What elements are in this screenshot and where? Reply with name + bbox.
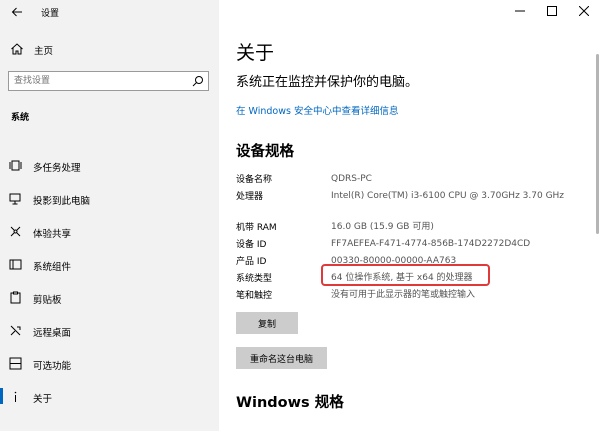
windows-specs-heading: Windows 规格 (236, 395, 344, 411)
main-content: 关于 系统正在监控并保护你的电脑。 在 Windows 安全中心中查看详细信息 … (236, 0, 600, 431)
device-specs-heading: 设备规格 (236, 144, 294, 160)
spec-value: QDRS-PC (331, 174, 372, 184)
spec-key: 处理器 (236, 192, 264, 202)
spec-key: 产品 ID (236, 257, 267, 267)
sidebar-item-optional-features[interactable]: 可选功能 (0, 352, 219, 374)
spec-value: Intel(R) Core(TM) i3-6100 CPU @ 3.70GHz … (331, 191, 565, 201)
protection-status: 系统正在监控并保护你的电脑。 (236, 75, 419, 90)
copy-button[interactable]: 复制 (236, 312, 298, 334)
spec-key: 设备 ID (236, 240, 267, 250)
multitasking-icon (9, 160, 22, 171)
sidebar-item-label: 多任务处理 (33, 163, 81, 174)
home-nav-item[interactable]: 主页 (0, 38, 219, 60)
rename-pc-button[interactable]: 重命名这台电脑 (236, 347, 327, 369)
optional-features-icon (9, 357, 22, 370)
shared-experiences-icon (10, 226, 21, 237)
section-label: 系统 (11, 113, 30, 123)
sidebar-item-system-components[interactable]: 系统组件 (0, 253, 219, 275)
remote-desktop-icon (10, 325, 21, 336)
sidebar-item-label: 系统组件 (33, 262, 72, 273)
sidebar-item-clipboard[interactable]: 剪贴板 (0, 286, 219, 308)
spec-value: 16.0 GB (15.9 GB 可用) (331, 222, 434, 232)
home-icon (11, 43, 23, 55)
spec-key: 设备名称 (236, 175, 273, 185)
search-box[interactable] (8, 71, 209, 91)
security-center-link[interactable]: 在 Windows 安全中心中查看详细信息 (236, 103, 398, 117)
sidebar-item-label: 可选功能 (33, 361, 72, 372)
back-arrow-icon (11, 7, 22, 17)
projecting-icon (9, 193, 21, 205)
sidebar-item-label: 关于 (33, 394, 53, 405)
about-icon (14, 391, 17, 402)
sidebar: 设置 主页 系统 多任务处理 投影到此电脑 体验共享 系统组件 剪贴板 远程桌面… (0, 0, 219, 431)
system-components-icon (9, 259, 22, 270)
sidebar-item-label: 体验共享 (33, 229, 72, 240)
clipboard-icon (10, 291, 21, 304)
sidebar-item-projecting[interactable]: 投影到此电脑 (0, 187, 219, 209)
sidebar-item-label: 远程桌面 (33, 328, 72, 339)
back-button[interactable] (8, 3, 26, 21)
spec-key: 机带 RAM (236, 223, 277, 233)
spec-value: 没有可用于此显示器的笔或触控输入 (331, 290, 476, 300)
search-input[interactable] (14, 74, 184, 88)
sidebar-item-label: 投影到此电脑 (33, 196, 91, 207)
sidebar-item-remote-desktop[interactable]: 远程桌面 (0, 319, 219, 341)
spec-value: FF7AEFEA-F471-4774-856B-174D2272D4CD (331, 239, 531, 249)
sidebar-item-label: 剪贴板 (33, 295, 62, 306)
sidebar-item-multitasking[interactable]: 多任务处理 (0, 154, 219, 176)
search-icon[interactable] (192, 75, 204, 87)
highlight-annotation (321, 264, 490, 286)
title-bar: 设置 (0, 0, 219, 24)
scrollbar-thumb[interactable] (596, 54, 599, 234)
page-title: 关于 (236, 42, 275, 64)
spec-key: 系统类型 (236, 274, 273, 284)
sidebar-item-about[interactable]: 关于 (0, 385, 219, 407)
home-label: 主页 (34, 46, 54, 57)
spec-key: 笔和触控 (236, 291, 273, 301)
app-title: 设置 (41, 9, 60, 19)
sidebar-item-shared-experiences[interactable]: 体验共享 (0, 220, 219, 242)
